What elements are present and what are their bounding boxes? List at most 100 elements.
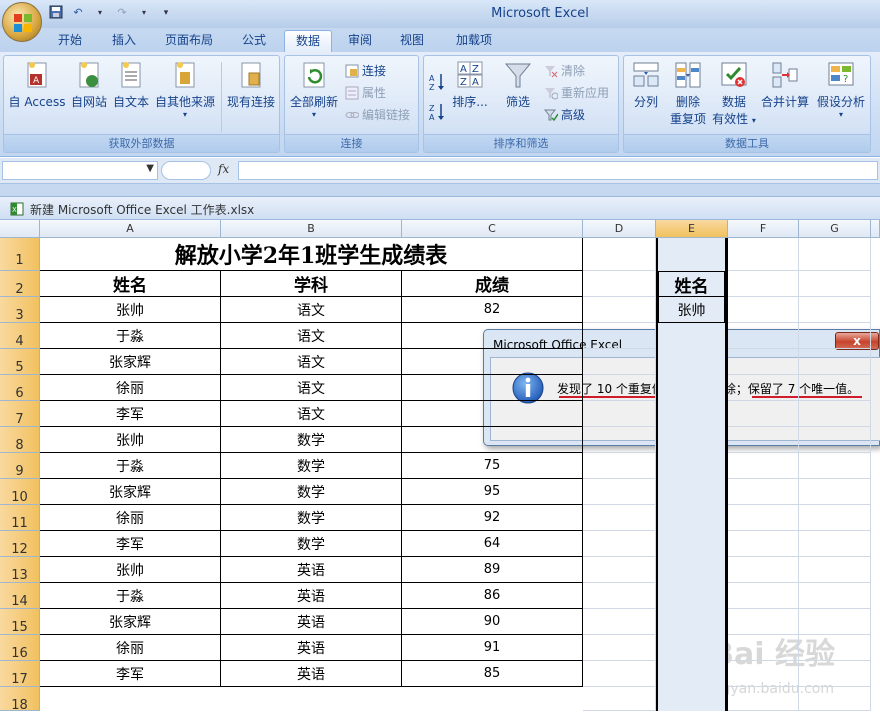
table-cell[interactable]: 张帅	[40, 557, 221, 583]
table-cell[interactable]	[402, 401, 583, 427]
header-cell[interactable]: 学科	[221, 271, 402, 297]
table-cell[interactable]: 英语	[221, 557, 402, 583]
tab-addins[interactable]: 加载项	[446, 30, 502, 52]
dropdown-arrow-icon[interactable]: ▾	[136, 5, 152, 21]
sort-descending-button[interactable]: ZA	[428, 102, 446, 122]
formula-input[interactable]	[238, 161, 878, 180]
select-all-corner[interactable]	[0, 220, 40, 238]
undo-icon[interactable]: ↶	[70, 5, 86, 21]
sheet-title[interactable]: 解放小学2年1班学生成绩表	[40, 238, 583, 271]
table-cell[interactable]: 数学	[221, 531, 402, 557]
row-header[interactable]: 7	[0, 401, 40, 427]
row-header[interactable]: 9	[0, 453, 40, 479]
empty-cell[interactable]	[728, 271, 799, 297]
empty-cell[interactable]	[799, 557, 871, 583]
redo-icon[interactable]: ↷	[114, 5, 130, 21]
empty-cell[interactable]	[583, 349, 656, 375]
tab-data[interactable]: 数据	[284, 30, 332, 52]
row-header[interactable]: 14	[0, 583, 40, 609]
table-cell[interactable]: 82	[402, 297, 583, 323]
tab-view[interactable]: 视图	[390, 30, 434, 52]
table-cell[interactable]: 李军	[40, 661, 221, 687]
table-cell[interactable]: 语文	[221, 323, 402, 349]
customize-qat-icon[interactable]: ▾	[158, 5, 174, 21]
empty-cell[interactable]	[583, 687, 656, 711]
e-header-cell[interactable]: 姓名	[658, 271, 725, 297]
column-header-d[interactable]: D	[583, 220, 656, 238]
from-other-sources-button[interactable]: 自其他来源 ▾	[153, 60, 217, 119]
tab-review[interactable]: 审阅	[338, 30, 382, 52]
remove-duplicates-button[interactable]: 删除 重复项	[668, 60, 708, 127]
empty-cell[interactable]	[583, 427, 656, 453]
empty-cell[interactable]	[799, 635, 871, 661]
table-cell[interactable]: 于淼	[40, 453, 221, 479]
dropdown-arrow-icon[interactable]: ▾	[92, 5, 108, 21]
row-header[interactable]: 1	[0, 238, 40, 271]
column-header-a[interactable]: A	[40, 220, 221, 238]
empty-cell[interactable]	[583, 635, 656, 661]
table-cell[interactable]: 张帅	[40, 427, 221, 453]
tab-page-layout[interactable]: 页面布局	[158, 30, 220, 52]
empty-cell[interactable]	[728, 661, 799, 687]
empty-cell[interactable]	[583, 557, 656, 583]
existing-connections-button[interactable]: 现有连接	[224, 60, 278, 110]
empty-cell[interactable]	[583, 583, 656, 609]
table-cell[interactable]: 张家辉	[40, 349, 221, 375]
empty-cell[interactable]	[728, 635, 799, 661]
advanced-filter-button[interactable]: 高级	[544, 106, 585, 123]
empty-cell[interactable]	[583, 609, 656, 635]
empty-cell[interactable]	[728, 297, 799, 323]
empty-cell[interactable]	[583, 505, 656, 531]
table-cell[interactable]: 85	[402, 661, 583, 687]
empty-cell[interactable]	[799, 661, 871, 687]
text-to-columns-button[interactable]: 分列	[628, 60, 664, 110]
properties-button[interactable]: 属性	[345, 84, 386, 101]
row-header[interactable]: 8	[0, 427, 40, 453]
from-text-button[interactable]: 自文本	[111, 60, 151, 110]
empty-cell[interactable]	[583, 271, 656, 297]
table-cell[interactable]	[402, 375, 583, 401]
edit-links-button[interactable]: 编辑链接	[345, 106, 410, 123]
filter-button[interactable]: 筛选	[499, 60, 537, 110]
column-header-c[interactable]: C	[402, 220, 583, 238]
table-cell[interactable]: 数学	[221, 427, 402, 453]
table-cell[interactable]: 英语	[221, 609, 402, 635]
consolidate-button[interactable]: 合并计算	[760, 60, 810, 110]
empty-cell[interactable]	[728, 557, 799, 583]
empty-cell[interactable]	[583, 531, 656, 557]
reapply-button[interactable]: 重新应用	[544, 84, 609, 101]
table-cell[interactable]: 张家辉	[40, 609, 221, 635]
empty-cell[interactable]	[583, 323, 656, 349]
table-cell[interactable]: 语文	[221, 297, 402, 323]
header-cell[interactable]: 姓名	[40, 271, 221, 297]
row-header[interactable]: 16	[0, 635, 40, 661]
empty-cell[interactable]	[799, 297, 871, 323]
row-header[interactable]: 18	[0, 687, 40, 713]
row-header[interactable]: 4	[0, 323, 40, 349]
column-header-b[interactable]: B	[221, 220, 402, 238]
empty-cell[interactable]	[583, 479, 656, 505]
empty-cell[interactable]	[728, 531, 799, 557]
header-cell[interactable]: 成绩	[402, 271, 583, 297]
table-cell[interactable]: 英语	[221, 661, 402, 687]
data-validation-button[interactable]: 数据 有效性 ▾	[712, 60, 756, 127]
row-header[interactable]: 12	[0, 531, 40, 557]
clear-filter-button[interactable]: 清除	[544, 62, 585, 79]
table-cell[interactable]: 语文	[221, 375, 402, 401]
row-header[interactable]: 11	[0, 505, 40, 531]
table-cell[interactable]: 数学	[221, 453, 402, 479]
row-header[interactable]: 15	[0, 609, 40, 635]
formula-bar-resizer[interactable]	[161, 161, 211, 180]
empty-cell[interactable]	[583, 297, 656, 323]
table-cell[interactable]: 数学	[221, 505, 402, 531]
empty-cell[interactable]	[728, 453, 799, 479]
empty-cell[interactable]	[799, 271, 871, 297]
sort-button[interactable]: AZZA 排序...	[450, 60, 490, 110]
connections-button[interactable]: 连接	[345, 62, 386, 79]
row-header[interactable]: 5	[0, 349, 40, 375]
table-cell[interactable]: 89	[402, 557, 583, 583]
table-cell[interactable]: 徐丽	[40, 635, 221, 661]
table-cell[interactable]: 86	[402, 583, 583, 609]
table-cell[interactable]	[402, 323, 583, 349]
empty-cell[interactable]	[728, 349, 799, 375]
